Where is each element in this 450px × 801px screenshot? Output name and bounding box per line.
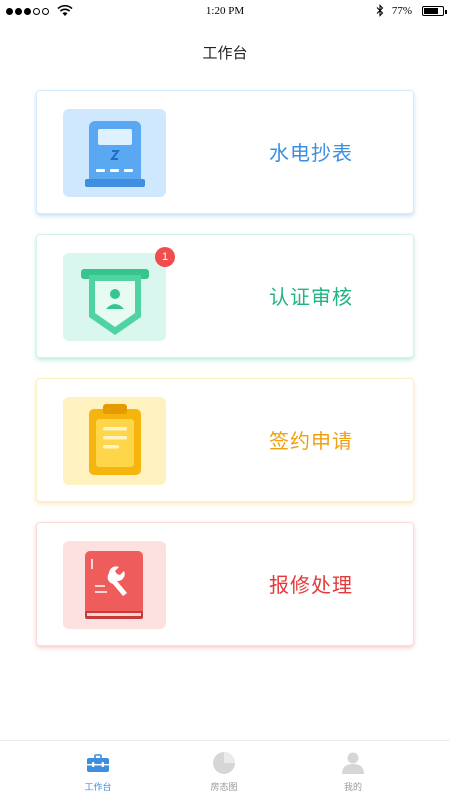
clipboard-icon-box	[63, 397, 166, 485]
battery-icon	[422, 5, 447, 16]
toolbox-icon	[87, 754, 109, 772]
status-bar: 1:20 PM 77%	[0, 0, 450, 24]
tab-workbench[interactable]: 工作台	[58, 741, 138, 801]
tab-label: 我的	[343, 783, 362, 793]
tab-bar: 工作台 房态图 我的	[0, 740, 450, 801]
card-repair-handling[interactable]: 报修处理	[36, 522, 414, 646]
bluetooth-icon	[376, 4, 384, 17]
clipboard-icon	[89, 404, 141, 475]
wrench-book-icon	[85, 551, 143, 619]
tab-room-status[interactable]: 房态图	[184, 741, 264, 801]
card-label: 认证审核	[269, 285, 353, 309]
card-certification-review[interactable]: 1 认证审核	[36, 234, 414, 358]
card-label: 水电抄表	[269, 141, 353, 165]
wrench-book-icon-box	[63, 541, 166, 629]
meter-icon	[85, 121, 145, 187]
tab-label: 房态图	[210, 783, 238, 793]
id-badge-icon-box	[63, 253, 166, 341]
pie-chart-icon	[213, 752, 235, 774]
card-label: 签约申请	[269, 429, 353, 453]
card-label: 报修处理	[269, 573, 353, 597]
id-badge-icon	[81, 269, 149, 335]
user-icon	[342, 752, 364, 774]
notification-badge: 1	[155, 247, 175, 267]
battery-percent: 77%	[391, 4, 412, 17]
card-contract-application[interactable]: 签约申请	[36, 378, 414, 502]
tab-label: 工作台	[84, 783, 112, 793]
meter-icon-box	[63, 109, 166, 197]
card-meter-reading[interactable]: 水电抄表	[36, 90, 414, 214]
battery-fill	[424, 7, 438, 14]
tab-mine[interactable]: 我的	[313, 741, 393, 801]
page-title: 工作台	[202, 44, 248, 62]
